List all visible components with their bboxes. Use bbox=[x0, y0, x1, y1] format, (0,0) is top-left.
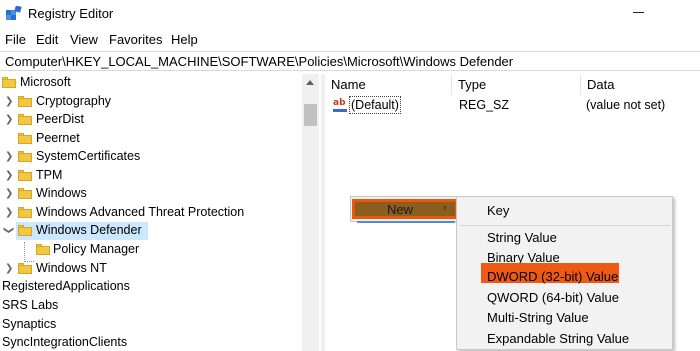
tree-item-policy-manager[interactable]: Policy Manager bbox=[0, 241, 302, 259]
chevron-down-icon[interactable]: ❯ bbox=[2, 226, 14, 236]
chevron-right-icon: › bbox=[443, 202, 447, 214]
tree-item-microsoft[interactable]: Microsoft bbox=[0, 74, 302, 92]
menu-item-new-label: New bbox=[387, 202, 414, 217]
column-header-name[interactable]: Name bbox=[325, 74, 451, 95]
submenu-item-key[interactable]: Key bbox=[487, 203, 509, 218]
new-submenu: Key String Value Binary Value DWORD (32-… bbox=[456, 196, 673, 350]
chevron-right-icon[interactable]: ❯ bbox=[5, 188, 15, 200]
tree-item-label: TPM bbox=[36, 168, 63, 182]
address-bar[interactable]: Computer\HKEY_LOCAL_MACHINE\SOFTWARE\Pol… bbox=[0, 51, 700, 71]
tree-item-synaptics[interactable]: Synaptics bbox=[0, 316, 302, 334]
tree-item-windows-nt[interactable]: ❯ Windows NT bbox=[0, 260, 302, 278]
column-header-label: Data bbox=[587, 77, 615, 92]
tree-item-peernet[interactable]: Peernet bbox=[0, 130, 302, 148]
folder-icon bbox=[18, 170, 32, 181]
tree-scrollbar[interactable] bbox=[302, 74, 319, 351]
value-data: (value not set) bbox=[586, 98, 666, 112]
registry-tree: Microsoft ❯ Cryptography ❯ PeerDist Peer… bbox=[0, 74, 302, 351]
chevron-right-icon[interactable]: ❯ bbox=[5, 263, 15, 275]
folder-icon bbox=[36, 244, 50, 255]
column-header-data[interactable]: Data bbox=[581, 74, 700, 95]
tree-item-label: RegisteredApplications bbox=[2, 279, 130, 293]
tree-item-windows-defender[interactable]: ❯ Windows Defender bbox=[0, 222, 302, 240]
tree-item-tpm[interactable]: ❯ TPM bbox=[0, 167, 302, 185]
tree-item-label: Windows Defender bbox=[36, 223, 142, 237]
chevron-right-icon[interactable]: ❯ bbox=[5, 114, 15, 126]
tree-item-label: SyncIntegrationClients bbox=[2, 335, 128, 349]
chevron-right-icon[interactable]: ❯ bbox=[5, 96, 15, 108]
chevron-right-icon[interactable]: ❯ bbox=[5, 207, 15, 219]
menu-file[interactable]: File bbox=[5, 32, 26, 47]
tree-item-syncintegrationclients[interactable]: SyncIntegrationClients bbox=[0, 334, 302, 351]
focus-underline bbox=[357, 221, 455, 223]
folder-icon bbox=[18, 133, 32, 144]
string-value-icon: ab bbox=[333, 98, 349, 114]
folder-icon bbox=[18, 151, 32, 162]
value-type: REG_SZ bbox=[459, 98, 510, 112]
submenu-item-qword-value[interactable]: QWORD (64-bit) Value bbox=[487, 290, 619, 305]
tree-item-label: Cryptography bbox=[36, 94, 112, 108]
tree-item-windows[interactable]: ❯ Windows bbox=[0, 185, 302, 203]
scrollbar-thumb[interactable] bbox=[304, 104, 317, 126]
tree-item-label: Peernet bbox=[36, 131, 80, 145]
title-bar: Registry Editor bbox=[0, 0, 700, 28]
menu-view[interactable]: View bbox=[70, 32, 98, 47]
folder-icon bbox=[18, 263, 32, 274]
tree-item-label: Windows Advanced Threat Protection bbox=[36, 205, 245, 219]
tree-item-peerdist[interactable]: ❯ PeerDist bbox=[0, 111, 302, 129]
scroll-up-arrow-icon[interactable] bbox=[302, 74, 319, 91]
menu-help[interactable]: Help bbox=[171, 32, 198, 47]
folder-icon bbox=[2, 77, 16, 88]
submenu-item-dword-value[interactable]: DWORD (32-bit) Value bbox=[487, 269, 618, 284]
tree-item-windows-advanced-threat-protection[interactable]: ❯ Windows Advanced Threat Protection bbox=[0, 204, 302, 222]
folder-icon bbox=[18, 225, 32, 236]
folder-icon bbox=[18, 207, 32, 218]
window-title: Registry Editor bbox=[28, 6, 114, 21]
column-header-label: Name bbox=[331, 77, 366, 92]
tree-item-label: SystemCertificates bbox=[36, 149, 141, 163]
value-name[interactable]: (Default) bbox=[349, 96, 401, 114]
folder-icon bbox=[18, 114, 32, 125]
context-menu: New › bbox=[350, 196, 460, 223]
tree-item-label: Windows NT bbox=[36, 261, 107, 275]
submenu-item-string-value[interactable]: String Value bbox=[487, 230, 557, 245]
folder-icon bbox=[18, 188, 32, 199]
menu-favorites[interactable]: Favorites bbox=[109, 32, 162, 47]
tree-item-label: Synaptics bbox=[2, 317, 57, 331]
tree-item-label: Windows bbox=[36, 186, 87, 200]
menu-separator bbox=[459, 225, 670, 226]
chevron-right-icon[interactable]: ❯ bbox=[5, 170, 15, 182]
tree-item-label: PeerDist bbox=[36, 112, 84, 126]
tree-item-label: Microsoft bbox=[20, 75, 71, 89]
submenu-item-expandable-string-value[interactable]: Expandable String Value bbox=[487, 331, 629, 346]
column-header-type[interactable]: Type bbox=[452, 74, 580, 95]
submenu-item-multi-string-value[interactable]: Multi-String Value bbox=[487, 310, 589, 325]
tree-item-cryptography[interactable]: ❯ Cryptography bbox=[0, 93, 302, 111]
tree-item-label: SRS Labs bbox=[2, 298, 59, 312]
tree-item-registeredapplications[interactable]: RegisteredApplications bbox=[0, 278, 302, 296]
menu-edit[interactable]: Edit bbox=[36, 32, 58, 47]
chevron-right-icon[interactable]: ❯ bbox=[5, 151, 15, 163]
column-header-label: Type bbox=[458, 77, 487, 92]
folder-icon bbox=[18, 96, 32, 107]
tree-item-label: Policy Manager bbox=[53, 242, 140, 256]
address-path: Computer\HKEY_LOCAL_MACHINE\SOFTWARE\Pol… bbox=[5, 54, 514, 69]
tree-item-systemcertificates[interactable]: ❯ SystemCertificates bbox=[0, 148, 302, 166]
minimize-button[interactable] bbox=[629, 2, 649, 22]
registry-editor-icon bbox=[6, 6, 22, 20]
tree-item-srs-labs[interactable]: SRS Labs bbox=[0, 297, 302, 315]
menu-bar: File Edit View Favorites Help bbox=[0, 30, 700, 50]
